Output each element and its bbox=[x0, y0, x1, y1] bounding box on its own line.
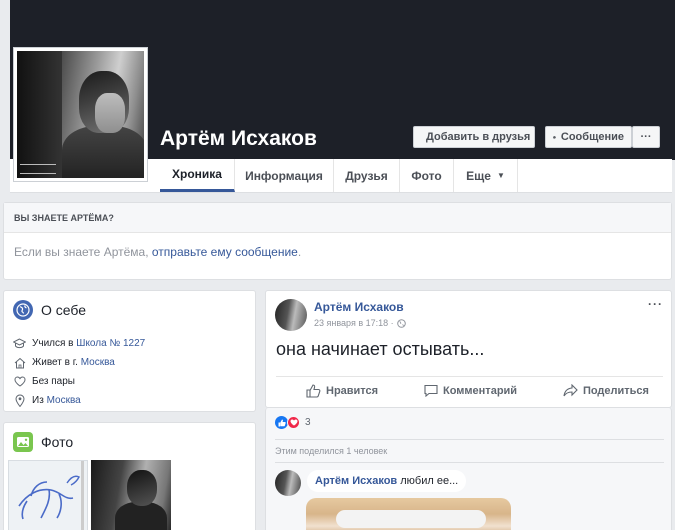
post-text: она начинает остывать... bbox=[276, 339, 485, 359]
add-friend-label: Добавить в друзья bbox=[426, 131, 531, 143]
shared-by-count[interactable]: Этим поделился 1 человек bbox=[275, 446, 387, 456]
post-author-name[interactable]: Артём Исхаков bbox=[314, 300, 404, 314]
know-person-suffix: . bbox=[297, 245, 302, 259]
know-person-heading: ВЫ ЗНАЕТЕ АРТЁМА? bbox=[4, 203, 671, 233]
about-card: О себе Учился в Школа № 1227 Живет в г. … bbox=[3, 290, 256, 412]
heart-icon bbox=[13, 375, 26, 388]
profile-tabs: Хроника Информация Друзья Фото Еще ▼ bbox=[160, 159, 672, 193]
tab-more[interactable]: Еще ▼ bbox=[454, 159, 518, 192]
add-friend-button[interactable]: Добавить в друзья bbox=[413, 126, 535, 148]
school-link[interactable]: Школа № 1227 bbox=[76, 338, 145, 349]
profile-name[interactable]: Артём Исхаков bbox=[160, 127, 317, 151]
tab-about[interactable]: Информация bbox=[235, 159, 334, 192]
about-item-education: Учился в Школа № 1227 bbox=[13, 334, 246, 353]
post-reactions-section: 3 Этим поделился 1 человек Артём Исхаков… bbox=[265, 408, 672, 530]
reactions-summary[interactable]: 3 bbox=[275, 416, 311, 429]
location-pin-icon bbox=[13, 394, 26, 407]
tab-friends[interactable]: Друзья bbox=[334, 159, 400, 192]
about-item-relationship: Без пары bbox=[13, 372, 246, 391]
relationship-status: Без пары bbox=[32, 376, 75, 387]
hometown-link[interactable]: Москва bbox=[47, 395, 81, 406]
profile-picture[interactable] bbox=[13, 47, 148, 182]
current-city-link[interactable]: Москва bbox=[81, 357, 115, 368]
chevron-down-icon: ▼ bbox=[496, 171, 505, 180]
about-title: О себе bbox=[41, 302, 87, 318]
photo-thumbnail[interactable] bbox=[8, 460, 88, 530]
love-reaction-icon bbox=[287, 416, 300, 429]
photo-thumbnail[interactable] bbox=[91, 460, 171, 530]
message-button[interactable]: Сообщение bbox=[545, 126, 632, 148]
about-lives-prefix: Живет в г. bbox=[32, 357, 81, 368]
post-meta: 23 января в 17:18 · bbox=[314, 318, 406, 328]
tab-timeline[interactable]: Хроника bbox=[160, 159, 235, 192]
home-icon bbox=[13, 356, 26, 369]
know-person-card: ВЫ ЗНАЕТЕ АРТЁМА? Если вы знаете Артёма,… bbox=[3, 202, 672, 280]
share-label: Поделиться bbox=[582, 384, 649, 397]
share-button[interactable]: Поделиться bbox=[563, 384, 649, 397]
photos-title: Фото bbox=[41, 434, 74, 450]
about-item-lives: Живет в г. Москва bbox=[13, 353, 246, 372]
comment-bubble: Артём Исхаков любил ее... bbox=[307, 470, 467, 492]
commenter-avatar[interactable] bbox=[275, 470, 301, 496]
know-person-text: Если вы знаете Артёма, отправьте ему соо… bbox=[4, 233, 671, 271]
graduation-cap-icon bbox=[13, 337, 26, 350]
about-education-prefix: Учился в bbox=[32, 338, 77, 349]
globe-icon bbox=[13, 300, 33, 320]
about-item-from: Из Москва bbox=[13, 391, 246, 410]
comment-text: любил ее... bbox=[397, 475, 459, 487]
like-label: Нравится bbox=[326, 384, 379, 397]
post-timestamp[interactable]: 23 января в 17:18 · bbox=[314, 318, 394, 328]
like-button[interactable]: Нравится bbox=[306, 383, 379, 398]
reactions-count: 3 bbox=[305, 417, 311, 428]
post-options-icon[interactable]: ··· bbox=[648, 297, 663, 311]
send-message-link[interactable]: отправьте ему сообщение bbox=[152, 245, 298, 259]
globe-privacy-icon bbox=[396, 318, 406, 328]
comment-image[interactable] bbox=[306, 498, 511, 530]
photos-card: Фото bbox=[3, 422, 256, 530]
share-icon bbox=[563, 384, 578, 397]
tab-photos[interactable]: Фото bbox=[400, 159, 454, 192]
timeline-post: Артём Исхаков 23 января в 17:18 · ··· он… bbox=[265, 290, 672, 408]
messenger-icon bbox=[553, 135, 556, 139]
more-options-button[interactable]: ··· bbox=[632, 126, 660, 148]
know-person-prefix: Если вы знаете Артёма, bbox=[14, 245, 152, 259]
message-label: Сообщение bbox=[560, 131, 624, 143]
about-from-prefix: Из bbox=[32, 395, 47, 406]
profile-picture-image bbox=[17, 51, 144, 178]
photos-icon bbox=[13, 432, 33, 452]
post-author-avatar[interactable] bbox=[275, 299, 307, 331]
comment-button[interactable]: Комментарий bbox=[424, 384, 517, 397]
comment-item: Артём Исхаков любил ее... bbox=[275, 470, 467, 496]
tab-more-label: Еще bbox=[466, 168, 491, 183]
comment-icon bbox=[424, 384, 438, 397]
thumbs-up-icon bbox=[306, 383, 321, 398]
comment-label: Комментарий bbox=[442, 384, 518, 397]
commenter-name[interactable]: Артём Исхаков bbox=[315, 475, 397, 487]
post-actions: Нравится Комментарий Поделиться bbox=[276, 376, 663, 404]
